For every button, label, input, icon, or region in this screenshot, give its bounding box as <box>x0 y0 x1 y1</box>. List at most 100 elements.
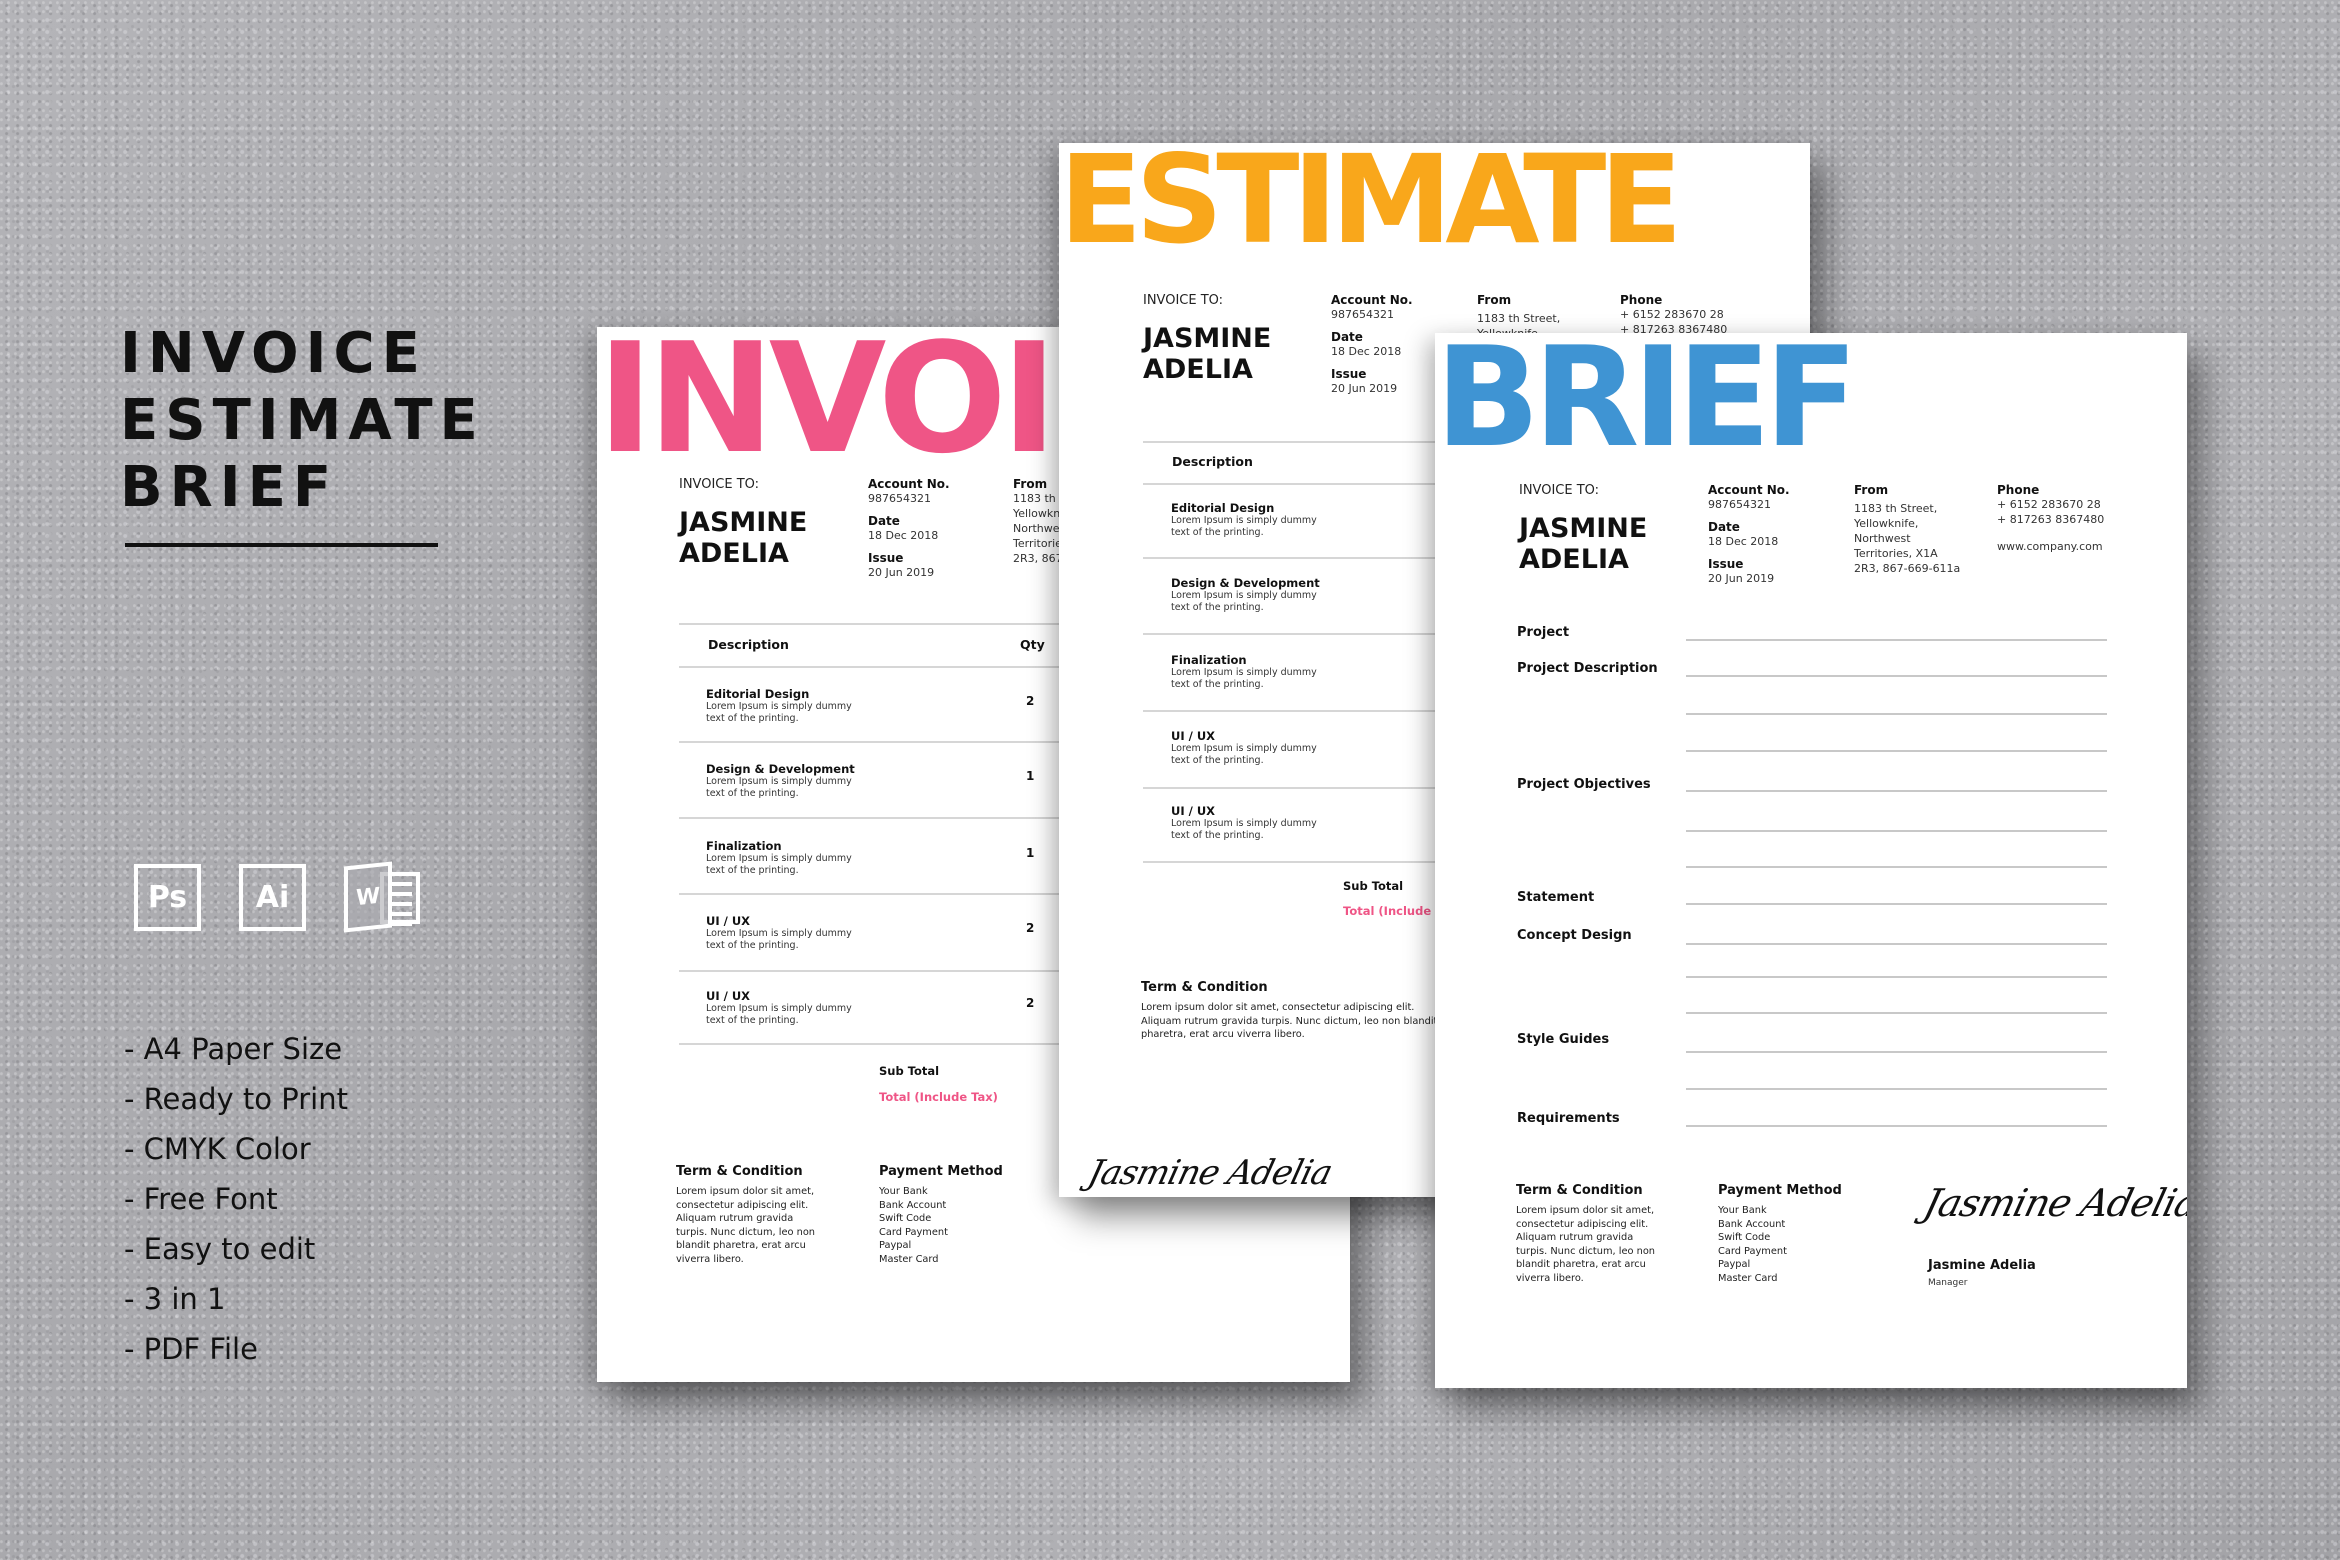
terms-section: Term & Condition Lorem ipsum dolor sit a… <box>1516 1183 1655 1285</box>
item-qty: 2 <box>1026 694 1035 708</box>
brief-document: BRIEF INVOICE TO: JASMINE ADELIA Account… <box>1435 333 2187 1388</box>
table-row: UI / UX Lorem Ipsum is simply dummy text… <box>706 914 852 952</box>
phone-label: Phone <box>1997 483 2040 497</box>
client-first-name: JASMINE <box>1143 323 1272 354</box>
client-first-name: JASMINE <box>1519 513 1648 544</box>
issue-label: Issue <box>868 551 904 565</box>
terms-text: Lorem ipsum dolor sit amet, consectetur … <box>1141 1001 1437 1042</box>
from-label: From <box>1854 483 1889 497</box>
field-line-project-description[interactable] <box>1686 750 2107 752</box>
text-line: Lorem ipsum dolor sit amet, consectetur … <box>1141 1002 1415 1013</box>
payment-heading: Payment Method <box>879 1164 1003 1179</box>
promo-title-line: BRIEF <box>120 455 339 520</box>
item-desc: Lorem Ipsum is simply dummy <box>706 853 852 864</box>
text-line: Aliquam rutrum gravida <box>676 1213 794 1224</box>
date-value: 18 Dec 2018 <box>1708 535 1779 548</box>
terms-heading: Term & Condition <box>676 1164 803 1179</box>
field-label-concept-design: Concept Design <box>1517 928 1632 943</box>
text-line: Swift Code <box>1718 1232 1771 1243</box>
invoice-to-label: INVOICE TO: <box>679 477 760 492</box>
payment-section: Payment Method Your Bank Bank Account Swif… <box>879 1164 1003 1266</box>
table-row: Editorial Design Lorem Ipsum is simply d… <box>1171 501 1317 539</box>
account-value: 987654321 <box>1708 498 1771 511</box>
item-desc: Lorem Ipsum is simply dummy <box>1171 515 1317 526</box>
text-line: Paypal <box>1718 1259 1751 1270</box>
item-desc: text of the printing. <box>706 940 799 951</box>
date-label: Date <box>1708 520 1740 534</box>
total-label: Total (Include Tax) <box>879 1090 998 1104</box>
field-label-project: Project <box>1517 625 1570 640</box>
client-last-name: ADELIA <box>1143 354 1253 385</box>
text-line: Card Payment <box>1718 1245 1787 1257</box>
text-line: Your Bank <box>1718 1205 1767 1216</box>
item-desc: text of the printing. <box>1171 602 1264 613</box>
item-desc: Lorem Ipsum is simply dummy <box>1171 743 1317 754</box>
field-line-project-objectives[interactable] <box>1686 790 2107 792</box>
field-line-style-guides[interactable] <box>1686 1088 2107 1090</box>
table-row: Design & Development Lorem Ipsum is simp… <box>706 762 855 800</box>
table-row: Finalization Lorem Ipsum is simply dummy… <box>706 839 852 877</box>
text-line: Bank Account <box>1718 1218 1786 1230</box>
item-title: Design & Development <box>1171 576 1320 590</box>
word-icon: W <box>344 861 422 933</box>
item-qty: 1 <box>1026 846 1035 860</box>
table-row: UI / UX Lorem Ipsum is simply dummy text… <box>706 989 852 1027</box>
text-line: Card Payment <box>879 1226 948 1238</box>
item-desc: Lorem Ipsum is simply dummy <box>1171 667 1317 678</box>
field-line-requirements[interactable] <box>1686 1125 2107 1127</box>
field-line-concept-design[interactable] <box>1686 943 2107 945</box>
field-line-project-description[interactable] <box>1686 675 2107 677</box>
item-desc: Lorem Ipsum is simply dummy <box>706 776 852 787</box>
client-name: JASMINE ADELIA <box>1519 513 1647 575</box>
field-line-project-objectives[interactable] <box>1686 866 2107 868</box>
qty-header: Qty <box>1020 637 1045 652</box>
account-block: Account No. 987654321 Date 18 Dec 2018 I… <box>1708 483 1790 586</box>
text-line: Master Card <box>1718 1272 1778 1284</box>
field-line-concept-design[interactable] <box>1686 976 2107 978</box>
text-line: consectetur adipiscing elit. <box>1516 1218 1649 1230</box>
account-value: 987654321 <box>868 492 931 505</box>
item-desc: text of the printing. <box>706 788 799 799</box>
item-desc: text of the printing. <box>706 713 799 724</box>
text-line: Swift Code <box>879 1213 932 1224</box>
terms-section: Term & Condition Lorem ipsum dolor sit a… <box>676 1164 815 1266</box>
promo-title-line: ESTIMATE <box>120 388 485 453</box>
item-desc: Lorem Ipsum is simply dummy <box>706 1003 852 1014</box>
feature-item: - Free Font <box>124 1182 278 1216</box>
item-desc: Lorem Ipsum is simply dummy <box>1171 818 1317 829</box>
website: www.company.com <box>1997 540 2103 553</box>
client-first-name: JASMINE <box>679 507 808 538</box>
field-line-project-description[interactable] <box>1686 713 2107 715</box>
estimate-heading: ESTIMATE <box>1059 143 1683 271</box>
table-row: Finalization Lorem Ipsum is simply dummy… <box>1171 653 1317 691</box>
client-name: JASMINE ADELIA <box>1143 323 1271 385</box>
signature: Jasmine Adelia <box>1919 1181 2187 1225</box>
client-last-name: ADELIA <box>679 538 789 569</box>
account-block: Account No. 987654321 Date 18 Dec 2018 I… <box>868 477 950 580</box>
invoice-to-label: INVOICE TO: <box>1143 293 1224 308</box>
issue-label: Issue <box>1331 367 1367 381</box>
field-line-style-guides[interactable] <box>1686 1051 2107 1053</box>
table-row: Design & Development Lorem Ipsum is simp… <box>1171 576 1320 614</box>
feature-item: - CMYK Color <box>124 1132 311 1166</box>
promo-title-line: INVOICE <box>120 321 427 386</box>
from-line: 1183 th Street, <box>1477 312 1561 325</box>
from-label: From <box>1477 293 1512 307</box>
item-desc: text of the printing. <box>706 1015 799 1026</box>
text-line: Your Bank <box>879 1186 928 1197</box>
field-line-project-objectives[interactable] <box>1686 830 2107 832</box>
field-line-project[interactable] <box>1686 639 2107 641</box>
item-qty: 2 <box>1026 996 1035 1010</box>
item-desc: Lorem Ipsum is simply dummy <box>706 928 852 939</box>
terms-section: Term & Condition Lorem ipsum dolor sit a… <box>1141 980 1437 1042</box>
field-line-statement[interactable] <box>1686 903 2107 905</box>
text-line: Paypal <box>879 1240 912 1251</box>
table-row: UI / UX Lorem Ipsum is simply dummy text… <box>1171 804 1317 842</box>
field-line-concept-design[interactable] <box>1686 1012 2107 1014</box>
text-line: Lorem ipsum dolor sit amet, <box>1516 1205 1655 1216</box>
phone-block: Phone + 6152 283670 28 + 817263 8367480 … <box>1997 483 2104 554</box>
item-title: UI / UX <box>706 914 751 928</box>
table-row: UI / UX Lorem Ipsum is simply dummy text… <box>1171 729 1317 767</box>
account-label: Account No. <box>1331 293 1413 307</box>
payment-list: Your Bank Bank Account Swift Code Card Paym… <box>1718 1204 1842 1285</box>
